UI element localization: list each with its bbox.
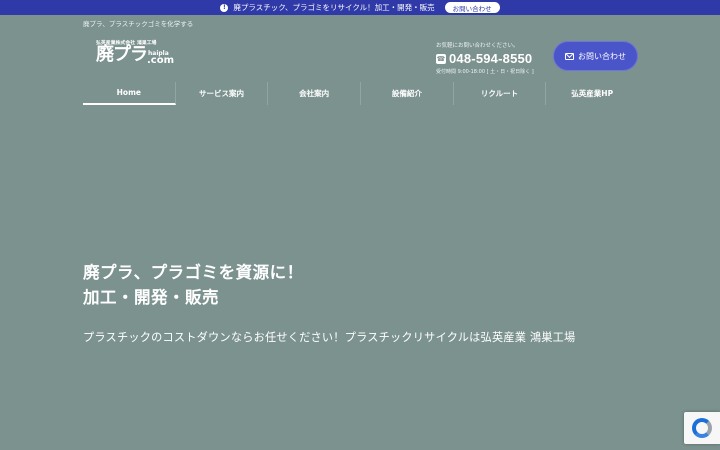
logo-mark: 廃プラ bbox=[96, 44, 148, 65]
recaptcha-badge[interactable] bbox=[684, 412, 720, 444]
notice-text: 廃プラスチック、プラゴミをリサイクル！加工・開発・販売 bbox=[233, 3, 435, 12]
site-tagline: 廃プラ、プラスチックゴミを化学する bbox=[83, 20, 194, 28]
nav-item-company[interactable]: 会社案内 bbox=[268, 82, 362, 105]
phone-icon: ☎ bbox=[436, 53, 446, 64]
nav-item-label: Home bbox=[116, 88, 141, 97]
hero-title-line-2: 加工・開発・販売 bbox=[83, 288, 219, 307]
mail-icon bbox=[565, 52, 574, 60]
contact-lead: お気軽にお問い合わせください。 bbox=[436, 43, 519, 49]
nav-item-corporate-hp[interactable]: 弘英産業HP bbox=[546, 82, 638, 105]
nav-item-equipment[interactable]: 設備紹介 bbox=[361, 82, 454, 105]
info-icon: ! bbox=[220, 3, 229, 12]
contact-phone-number[interactable]: 048-594-8550 bbox=[449, 51, 532, 66]
nav-item-label: 会社案内 bbox=[299, 89, 330, 98]
contact-button-label: お問い合わせ bbox=[578, 51, 626, 61]
nav-item-label: リクルート bbox=[480, 89, 519, 98]
logo-com: .com bbox=[147, 55, 175, 66]
nav-item-label: サービス案内 bbox=[199, 89, 244, 98]
nav-item-label: 弘英産業HP bbox=[571, 89, 614, 98]
notice-bar: ! 廃プラスチック、プラゴミをリサイクル！加工・開発・販売 お問い合わせ bbox=[0, 0, 720, 15]
site-logo[interactable]: 弘英産業株式会社 鴻巣工場 廃プラ haipla .com bbox=[96, 39, 178, 69]
nav-item-services[interactable]: サービス案内 bbox=[176, 82, 269, 105]
nav-item-recruit[interactable]: リクルート bbox=[454, 82, 547, 105]
contact-hours: 受付時間 9:00-18:00 [ 土・日・祝日除く ] bbox=[436, 69, 534, 75]
header-contact: お気軽にお問い合わせください。 ☎ 048-594-8550 受付時間 9:00… bbox=[436, 41, 548, 75]
hero-title: 廃プラ、プラゴミを資源に！ 加工・開発・販売 bbox=[83, 260, 304, 310]
nav-item-label: 設備紹介 bbox=[391, 89, 422, 98]
contact-phone-row: ☎ 048-594-8550 bbox=[436, 51, 548, 66]
recaptcha-icon bbox=[692, 418, 712, 438]
notice-contact-button[interactable]: お問い合わせ bbox=[444, 2, 500, 13]
nav-item-home[interactable]: Home bbox=[83, 82, 176, 105]
global-nav: Home サービス案内 会社案内 設備紹介 リクルート 弘英産業HP bbox=[83, 82, 638, 105]
hero-subtitle: プラスチックのコストダウンならお任せください！プラスチックリサイクルは弘英産業 … bbox=[83, 331, 576, 344]
contact-button[interactable]: お問い合わせ bbox=[553, 41, 638, 71]
hero-title-line-1: 廃プラ、プラゴミを資源に！ bbox=[83, 263, 304, 282]
